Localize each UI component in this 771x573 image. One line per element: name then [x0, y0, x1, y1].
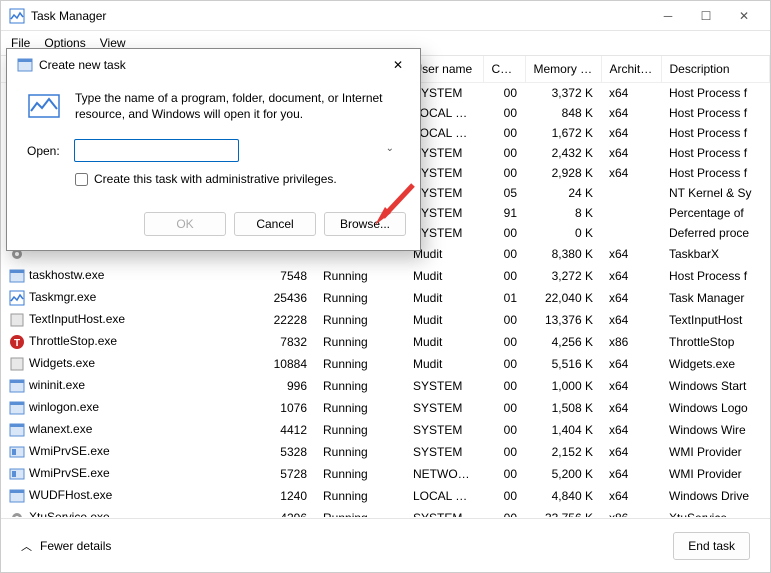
table-row[interactable]: XtuService.exe4296RunningSYSTEM0033,756 … — [1, 507, 770, 517]
process-icon — [9, 290, 25, 306]
browse-button[interactable]: Browse... — [324, 212, 406, 236]
table-row[interactable]: wininit.exe996RunningSYSTEM001,000 Kx64W… — [1, 375, 770, 397]
col-arch[interactable]: Archite... — [601, 56, 661, 83]
dialog-icon — [17, 57, 33, 73]
minimize-button[interactable]: ─ — [658, 6, 678, 26]
process-icon — [9, 356, 25, 372]
close-button[interactable]: ✕ — [734, 6, 754, 26]
process-icon — [9, 268, 25, 284]
process-icon — [9, 488, 25, 504]
table-row[interactable]: TextInputHost.exe22228RunningMudit0013,3… — [1, 309, 770, 331]
admin-checkbox[interactable] — [75, 173, 88, 186]
process-icon — [9, 510, 25, 517]
fewer-details-label: Fewer details — [40, 539, 111, 553]
process-icon — [9, 466, 25, 482]
table-row[interactable]: WmiPrvSE.exe5328RunningSYSTEM002,152 Kx6… — [1, 441, 770, 463]
run-icon — [27, 91, 61, 125]
chevron-down-icon: ⌄ — [386, 143, 394, 154]
process-icon — [9, 400, 25, 416]
table-row[interactable]: winlogon.exe1076RunningSYSTEM001,508 Kx6… — [1, 397, 770, 419]
end-task-button[interactable]: End task — [673, 532, 750, 560]
fewer-details-toggle[interactable]: ︿ Fewer details — [21, 538, 111, 554]
table-row[interactable]: WmiPrvSE.exe5728RunningNETWORK...005,200… — [1, 463, 770, 485]
maximize-button[interactable]: ☐ — [696, 6, 716, 26]
cancel-button[interactable]: Cancel — [234, 212, 316, 236]
footer: ︿ Fewer details End task — [1, 518, 770, 572]
open-label: Open: — [27, 144, 60, 158]
app-icon — [9, 8, 25, 24]
table-row[interactable]: taskhostw.exe7548RunningMudit003,272 Kx6… — [1, 265, 770, 287]
table-row[interactable]: Taskmgr.exe25436RunningMudit0122,040 Kx6… — [1, 287, 770, 309]
ok-button[interactable]: OK — [144, 212, 226, 236]
table-row[interactable]: ThrottleStop.exe7832RunningMudit004,256 … — [1, 331, 770, 353]
process-icon — [9, 334, 25, 350]
process-icon — [9, 378, 25, 394]
create-task-dialog: Create new task ✕ Type the name of a pro… — [6, 48, 421, 251]
table-row[interactable]: wlanext.exe4412RunningSYSTEM001,404 Kx64… — [1, 419, 770, 441]
table-row[interactable]: WUDFHost.exe1240RunningLOCAL SE...004,84… — [1, 485, 770, 507]
dialog-description: Type the name of a program, folder, docu… — [75, 91, 400, 122]
chevron-up-icon: ︿ — [21, 538, 32, 554]
process-icon — [9, 422, 25, 438]
window-title: Task Manager — [31, 9, 658, 23]
process-icon — [9, 444, 25, 460]
open-input[interactable] — [74, 139, 239, 162]
dialog-close-button[interactable]: ✕ — [386, 53, 410, 77]
table-row[interactable]: Widgets.exe10884RunningMudit005,516 Kx64… — [1, 353, 770, 375]
admin-checkbox-label: Create this task with administrative pri… — [94, 172, 337, 186]
col-desc[interactable]: Description — [661, 56, 770, 83]
process-icon — [9, 312, 25, 328]
col-memory[interactable]: Memory (a... — [525, 56, 601, 83]
dialog-title: Create new task — [39, 58, 126, 72]
col-cpu[interactable]: CPU — [483, 56, 525, 83]
titlebar: Task Manager ─ ☐ ✕ — [1, 1, 770, 31]
